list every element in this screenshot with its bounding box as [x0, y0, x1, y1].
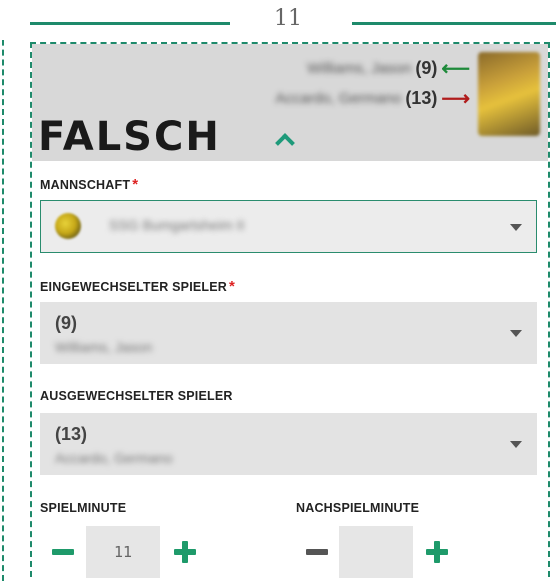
- team-select[interactable]: SSG Bumgartsheim II: [40, 200, 537, 253]
- chevron-up-icon[interactable]: [275, 133, 295, 153]
- extra-minute-increment-button[interactable]: [426, 541, 448, 563]
- player-photo: [478, 52, 540, 136]
- player-out-number: (13): [405, 88, 438, 108]
- sub-out-label-text: AUSGEWECHSELTER SPIELER: [40, 389, 233, 403]
- arrow-right-out-icon: ⟶: [441, 88, 470, 110]
- arrow-left-in-icon: ⟵: [441, 58, 470, 80]
- team-label-text: MANNSCHAFT: [40, 178, 131, 192]
- extra-minute-label: NACHSPIELMINUTE: [296, 501, 420, 515]
- timeline-strip: 11: [0, 0, 556, 40]
- team-label: MANNSCHAFT *: [40, 176, 138, 193]
- outer-dashed-border: [2, 0, 4, 581]
- chevron-down-icon: [510, 330, 522, 337]
- chevron-down-icon: [510, 441, 522, 448]
- required-marker: *: [229, 278, 236, 295]
- player-in-row: Williams, Jason (9) ⟵: [307, 56, 470, 81]
- team-select-value: SSG Bumgartsheim II: [109, 217, 245, 233]
- extra-minute-input[interactable]: [339, 526, 413, 578]
- player-out-name: Accardo, Germano: [275, 90, 402, 107]
- sub-in-name: Williams, Jason: [55, 339, 153, 355]
- player-in-name: Williams, Jason: [307, 60, 412, 77]
- sub-in-select[interactable]: (9) Williams, Jason: [40, 302, 537, 364]
- extra-minute-decrement-button[interactable]: [306, 549, 328, 555]
- player-out-row: Accardo, Germano (13) ⟶: [275, 86, 470, 111]
- required-marker: *: [132, 176, 139, 193]
- minute-input[interactable]: 11: [86, 526, 160, 578]
- team-logo: [55, 213, 81, 239]
- sub-in-number: (9): [55, 313, 77, 333]
- timeline-minute: 11: [274, 6, 302, 31]
- sub-out-number: (13): [55, 424, 88, 444]
- timeline-line-right: [352, 22, 556, 25]
- sub-out-label: AUSGEWECHSELTER SPIELER: [40, 389, 233, 403]
- sub-out-select[interactable]: (13) Accardo, Germano: [40, 413, 537, 475]
- sub-out-name: Accardo, Germano: [55, 450, 173, 466]
- minute-label: SPIELMINUTE: [40, 501, 127, 515]
- sub-in-label: EINGEWECHSELTER SPIELER *: [40, 278, 235, 295]
- minute-increment-button[interactable]: [174, 541, 196, 563]
- minute-decrement-button[interactable]: [52, 549, 74, 555]
- sub-in-label-text: EINGEWECHSELTER SPIELER: [40, 280, 228, 294]
- status-title: FALSCH: [38, 114, 221, 160]
- substitution-header[interactable]: Williams, Jason (9) ⟵ Accardo, Germano (…: [32, 44, 548, 161]
- timeline-line-left: [30, 22, 230, 25]
- player-in-number: (9): [415, 58, 438, 78]
- chevron-down-icon: [510, 223, 522, 231]
